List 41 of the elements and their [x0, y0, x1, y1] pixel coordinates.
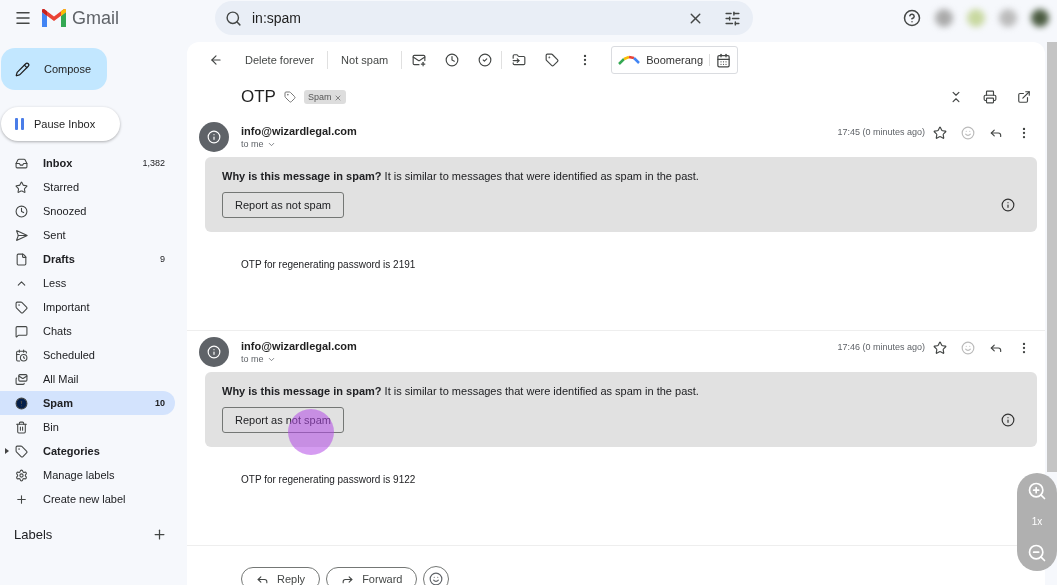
- sidebar-item[interactable]: Manage labels: [0, 463, 175, 487]
- sender-email: info@wizardlegal.com: [241, 125, 358, 137]
- sidebar-item[interactable]: Drafts 9: [0, 247, 175, 271]
- message-time: 17:45 (0 minutes ago): [837, 126, 925, 137]
- message-body: OTP for regenerating password is 2191: [241, 259, 416, 270]
- compose-button[interactable]: Compose: [1, 48, 107, 90]
- report-not-spam-button[interactable]: Report as not spam: [222, 407, 344, 433]
- sidebar-item[interactable]: All Mail: [0, 367, 175, 391]
- sidebar-item[interactable]: Snoozed: [0, 199, 175, 223]
- toolbar-button[interactable]: Delete forever: [232, 48, 328, 72]
- sidebar-item[interactable]: Less: [0, 271, 175, 295]
- sidebar-item[interactable]: Spam 10: [0, 391, 175, 415]
- sidebar-item[interactable]: Sent: [0, 223, 175, 247]
- zoom-level: 1x: [1031, 516, 1043, 528]
- sidebar-item[interactable]: Create new label: [0, 487, 175, 511]
- message-body: OTP for regenerating password is 9122: [241, 474, 416, 485]
- search-bar[interactable]: in:spam: [215, 1, 753, 35]
- pause-inbox-button[interactable]: Pause Inbox: [1, 107, 120, 141]
- sidebar-item[interactable]: Categories: [0, 439, 175, 463]
- recipient-dropdown[interactable]: to me: [241, 354, 838, 364]
- spam-warning-text: Why is this message in spam? It is similar to messages that were identified as spam in the past.: [222, 170, 700, 182]
- recipient-dropdown[interactable]: to me: [241, 139, 838, 149]
- sidebar-item[interactable]: Starred: [0, 175, 175, 199]
- message-time: 17:46 (0 minutes ago): [837, 341, 925, 352]
- sidebar-item[interactable]: Chats: [0, 319, 175, 343]
- email-subject: OTP: [241, 87, 276, 107]
- reply-button[interactable]: Reply: [241, 567, 321, 585]
- spam-warning-text: Why is this message in spam? It is similar to messages that were identified as spam in the past.: [222, 385, 700, 397]
- forward-button[interactable]: Forward: [326, 567, 418, 585]
- toolbar-button[interactable]: Not spam: [328, 48, 402, 72]
- spam-tag[interactable]: Spam: [303, 90, 347, 104]
- sidebar-item[interactable]: Scheduled: [0, 343, 175, 367]
- sender-email: info@wizardlegal.com: [241, 340, 358, 352]
- boomerang-button[interactable]: Boomerang: [611, 46, 739, 74]
- report-not-spam-button[interactable]: Report as not spam: [222, 192, 344, 218]
- sidebar-item[interactable]: Inbox 1,382: [0, 151, 175, 175]
- sidebar-item[interactable]: Bin: [0, 415, 175, 439]
- labels-heading: Labels: [14, 527, 53, 542]
- app-name: Gmail: [72, 7, 119, 29]
- search-field[interactable]: in:spam: [250, 9, 679, 27]
- sidebar-item[interactable]: Important: [0, 295, 175, 319]
